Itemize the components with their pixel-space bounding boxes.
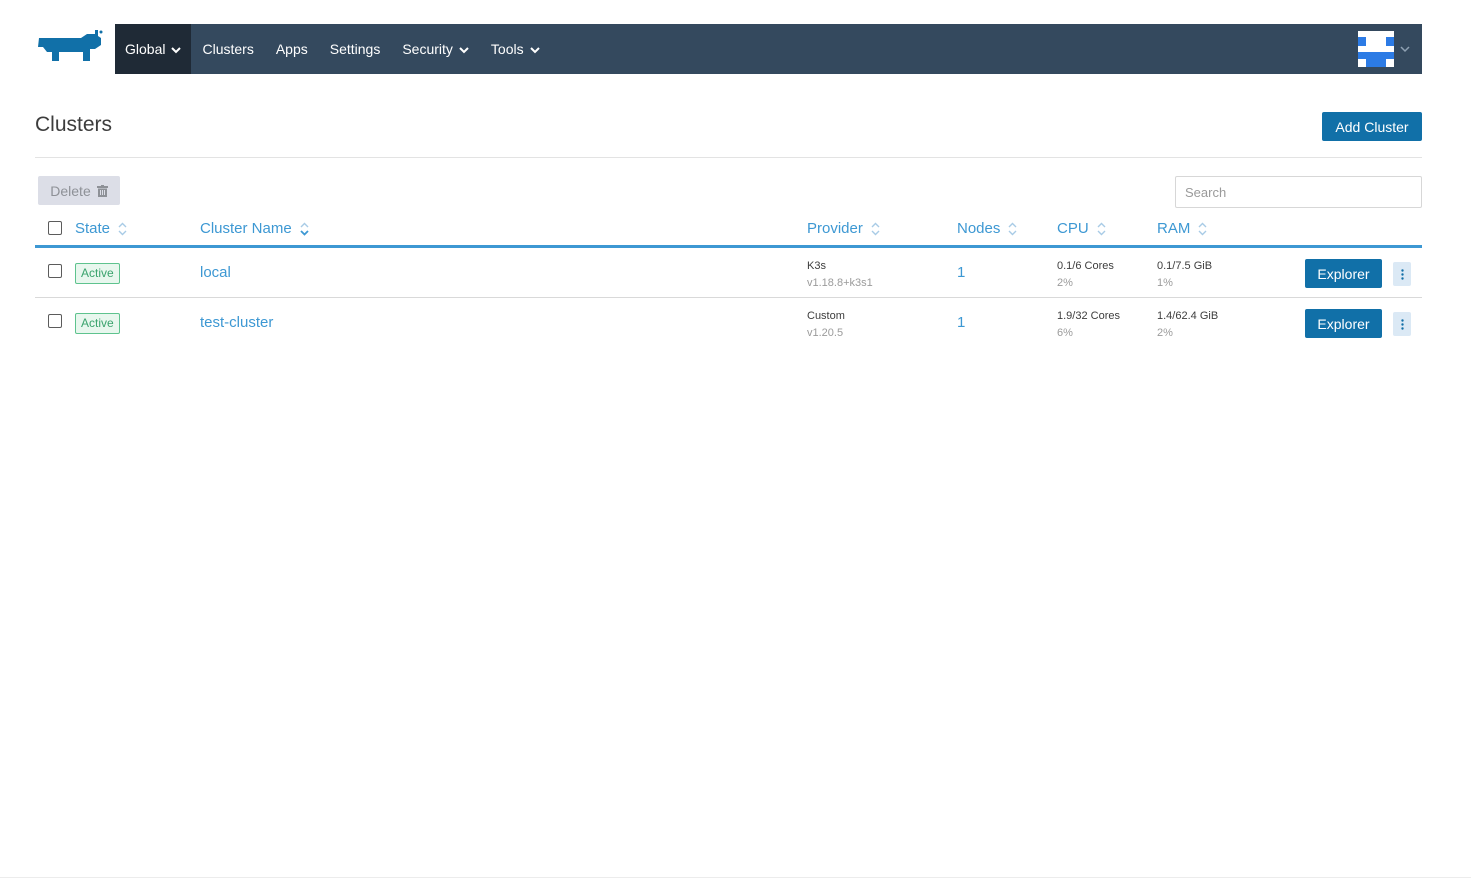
provider-name: K3s [807, 260, 826, 272]
footer-divider [0, 877, 1471, 878]
more-vertical-icon [1400, 268, 1404, 280]
user-menu[interactable] [1358, 31, 1410, 67]
nav-global[interactable]: Global [115, 24, 192, 74]
more-vertical-icon [1400, 318, 1404, 330]
nav-apps-label: Apps [275, 41, 308, 57]
explorer-button[interactable]: Explorer [1305, 309, 1382, 338]
row-actions-button[interactable] [1393, 312, 1411, 336]
cpu-percent: 6% [1057, 327, 1073, 339]
nav-security-label: Security [402, 41, 453, 57]
ram-percent: 1% [1157, 277, 1173, 289]
sort-icon [871, 222, 880, 235]
nav-settings[interactable]: Settings [319, 24, 392, 74]
row-actions-button[interactable] [1393, 262, 1411, 286]
select-all-checkbox[interactable] [48, 221, 62, 235]
nav-clusters[interactable]: Clusters [191, 24, 264, 74]
table-row: Active test-cluster Custom v1.20.5 1 1.9… [35, 298, 1422, 348]
sort-icon [1097, 222, 1106, 235]
ram-percent: 2% [1157, 327, 1173, 339]
status-badge: Active [75, 313, 120, 334]
delete-button[interactable]: Delete [38, 176, 120, 205]
cpu-usage: 0.1/6 Cores [1057, 260, 1114, 272]
nav-global-label: Global [125, 41, 166, 57]
sort-icon [1198, 222, 1207, 235]
table-row: Active local K3s v1.18.8+k3s1 1 0.1/6 Co… [35, 248, 1422, 298]
column-nodes[interactable]: Nodes [957, 220, 1017, 237]
add-cluster-button[interactable]: Add Cluster [1322, 112, 1422, 141]
column-state[interactable]: State [75, 220, 127, 237]
row-checkbox[interactable] [48, 264, 62, 278]
nav-security[interactable]: Security [391, 24, 480, 74]
cluster-name-link[interactable]: test-cluster [200, 314, 273, 331]
cpu-usage: 1.9/32 Cores [1057, 310, 1120, 322]
column-state-label: State [75, 220, 111, 237]
sort-down-icon [300, 222, 309, 236]
rancher-logo-icon[interactable] [35, 30, 103, 66]
title-divider [35, 157, 1422, 158]
column-cpu-label: CPU [1057, 220, 1089, 237]
sort-icon [1008, 222, 1017, 235]
page-title: Clusters [35, 113, 113, 136]
column-cluster-name-label: Cluster Name [200, 220, 292, 237]
ram-usage: 0.1/7.5 GiB [1157, 260, 1213, 272]
nodes-count-link[interactable]: 1 [957, 314, 965, 331]
cpu-percent: 2% [1057, 277, 1073, 289]
cluster-name-link[interactable]: local [200, 264, 231, 281]
nav-tools-label: Tools [490, 41, 524, 57]
search-input[interactable] [1175, 176, 1422, 208]
provider-version: v1.20.5 [807, 327, 844, 339]
nav-tools[interactable]: Tools [480, 24, 551, 74]
nav-settings-label: Settings [329, 41, 381, 57]
column-ram[interactable]: RAM [1157, 220, 1207, 237]
top-navigation: Global Clusters Apps Settings Security T… [115, 24, 1422, 74]
chevron-down-icon [459, 46, 469, 53]
column-nodes-label: Nodes [957, 220, 1001, 237]
chevron-down-icon [1400, 45, 1410, 52]
nav-apps[interactable]: Apps [265, 24, 319, 74]
nodes-count-link[interactable]: 1 [957, 264, 965, 281]
nav-clusters-label: Clusters [202, 41, 254, 57]
ram-usage: 1.4/62.4 GiB [1157, 310, 1219, 322]
chevron-down-icon [171, 46, 182, 53]
column-cpu[interactable]: CPU [1057, 220, 1106, 237]
provider-name: Custom [807, 310, 845, 322]
delete-button-label: Delete [50, 182, 91, 199]
column-provider[interactable]: Provider [807, 220, 880, 237]
column-provider-label: Provider [807, 220, 863, 237]
row-checkbox[interactable] [48, 314, 62, 328]
status-badge: Active [75, 263, 120, 284]
explorer-button[interactable]: Explorer [1305, 259, 1382, 288]
trash-icon [96, 184, 108, 197]
user-avatar-icon [1358, 31, 1394, 67]
table-header: State Cluster Name Provider Nodes CPU RA… [35, 216, 1422, 248]
chevron-down-icon [529, 46, 540, 53]
page: Global Clusters Apps Settings Security T… [0, 0, 1471, 879]
provider-version: v1.18.8+k3s1 [807, 277, 873, 289]
column-ram-label: RAM [1157, 220, 1191, 237]
sort-icon [118, 222, 127, 235]
column-cluster-name[interactable]: Cluster Name [200, 220, 309, 237]
